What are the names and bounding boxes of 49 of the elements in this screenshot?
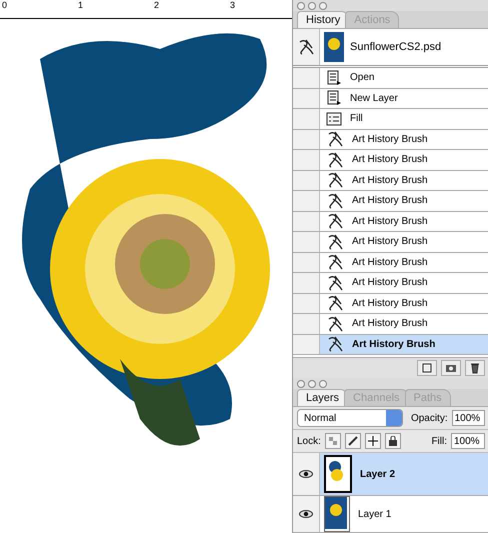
ruler-label: 3: [230, 0, 236, 10]
opacity-field[interactable]: 100%: [452, 410, 485, 426]
blend-mode-dropdown[interactable]: Normal: [297, 409, 403, 427]
history-item[interactable]: Art History Brush: [293, 273, 488, 294]
eye-icon[interactable]: [299, 510, 313, 518]
camera-button[interactable]: [441, 360, 461, 376]
layer-name: Layer 2: [360, 468, 396, 480]
layer-thumbnail: [324, 455, 352, 493]
trash-icon: [470, 362, 480, 374]
opacity-label: Opacity:: [410, 412, 448, 424]
new-document-button[interactable]: [417, 360, 437, 376]
snapshot-name: SunflowerCS2.psd: [350, 41, 442, 53]
history-item[interactable]: Art History Brush: [293, 294, 488, 314]
eye-icon[interactable]: [299, 470, 313, 478]
history-item[interactable]: Fill: [293, 109, 488, 130]
ruler-label: 2: [154, 0, 160, 10]
ruler-label: 1: [78, 0, 84, 10]
ruler-label: 0: [2, 0, 8, 10]
history-item[interactable]: Art History Brush: [293, 212, 488, 232]
history-item[interactable]: Open: [293, 68, 488, 88]
layer-thumbnail: [324, 496, 350, 532]
square-icon: [422, 363, 432, 373]
history-item[interactable]: New Layer: [293, 88, 488, 109]
history-item[interactable]: Art History Brush: [293, 150, 488, 170]
checkerboard-icon: [328, 437, 337, 445]
history-item[interactable]: Art History Brush: [293, 232, 488, 252]
lock-icon: [388, 436, 397, 446]
fill-label: Fill:: [431, 436, 447, 446]
layer-name: Layer 1: [358, 508, 392, 520]
lock-button[interactable]: [384, 433, 401, 449]
lock-label: Lock:: [297, 436, 321, 446]
camera-icon: [445, 363, 457, 373]
history-item[interactable]: Art History Brush: [293, 252, 488, 273]
move-button[interactable]: [364, 433, 381, 449]
document-icon: [326, 70, 342, 86]
history-item[interactable]: Art History Brush: [293, 130, 488, 150]
document-icon: [326, 90, 342, 106]
history-item[interactable]: Art History Brush: [293, 170, 488, 191]
fill-field[interactable]: 100%: [451, 433, 485, 449]
move-icon: [368, 436, 378, 446]
history-item[interactable]: Art History Brush: [293, 334, 488, 355]
photo-placeholder: [324, 32, 344, 62]
history-item[interactable]: Art History Brush: [293, 191, 488, 212]
trash-button[interactable]: [465, 360, 485, 376]
layer-row[interactable]: Layer 2: [293, 453, 488, 496]
brush-button[interactable]: [344, 433, 361, 449]
list-icon: [326, 112, 342, 126]
history-item[interactable]: Art History Brush: [293, 314, 488, 334]
layer-row[interactable]: Layer 1: [293, 496, 488, 533]
